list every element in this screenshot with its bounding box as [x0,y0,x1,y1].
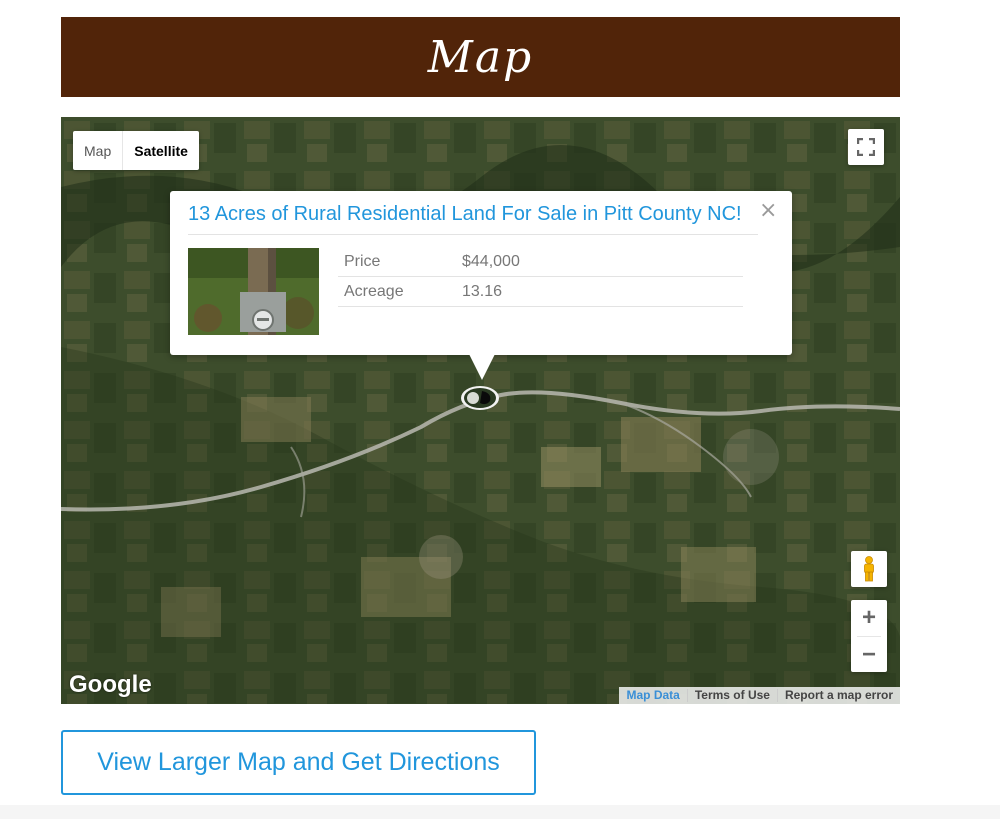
listing-photo[interactable] [188,248,319,335]
map-canvas[interactable]: Map Satellite 13 Acres of Rural Resident… [61,117,900,704]
detail-row-acreage: Acreage 13.16 [338,277,743,307]
fullscreen-button[interactable] [848,129,884,165]
fullscreen-icon [857,138,875,156]
map-type-map-button[interactable]: Map [73,131,122,170]
info-window: 13 Acres of Rural Residential Land For S… [170,191,792,355]
pegman-icon [864,556,874,582]
listing-details-table: Price $44,000 Acreage 13.16 [338,247,743,307]
zoom-out-button[interactable]: − [851,637,887,673]
close-icon[interactable]: × [759,199,777,223]
view-larger-map-button[interactable]: View Larger Map and Get Directions [61,730,536,795]
google-logo[interactable]: Google [69,671,152,699]
page-footer-strip [0,805,1000,819]
map-section-header: Map [61,17,900,97]
street-view-button[interactable] [851,551,887,587]
info-window-pointer [469,354,495,380]
map-data-link[interactable]: Map Data [619,687,686,704]
section-title: Map [427,31,534,83]
terms-of-use-link[interactable]: Terms of Use [688,687,777,704]
map-type-satellite-button[interactable]: Satellite [122,131,199,170]
detail-label: Price [344,252,381,270]
detail-label: Acreage [344,282,404,300]
map-type-control: Map Satellite [73,131,199,170]
zoom-control: + − [851,600,887,672]
property-photo [188,248,319,335]
report-map-error-link[interactable]: Report a map error [778,687,900,704]
detail-row-price: Price $44,000 [338,247,743,277]
zoom-in-button[interactable]: + [851,600,887,636]
map-attribution: Map Data Terms of Use Report a map error [619,687,900,704]
detail-value: 13.16 [462,282,503,300]
map-marker-icon[interactable] [460,385,500,411]
listing-title-link[interactable]: 13 Acres of Rural Residential Land For S… [188,203,758,235]
detail-value: $44,000 [462,252,520,270]
